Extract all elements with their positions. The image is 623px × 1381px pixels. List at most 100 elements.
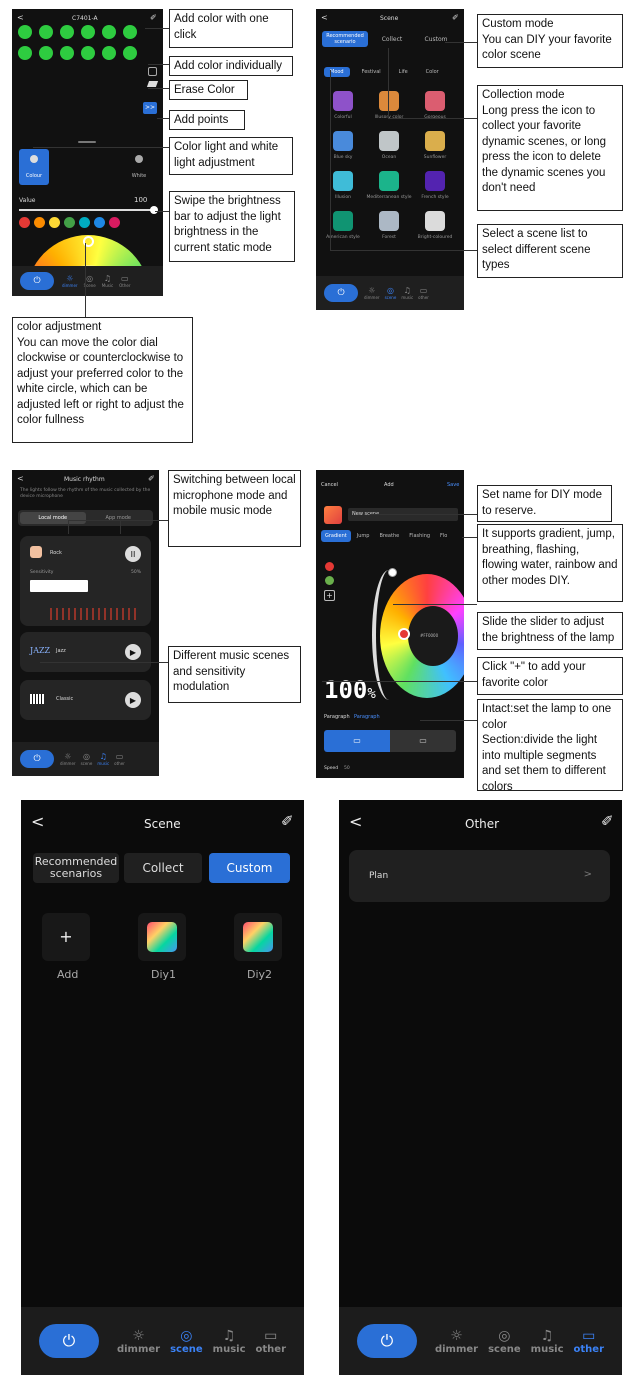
back-button[interactable]: < <box>17 13 24 22</box>
category-tab-festival[interactable]: Festival <box>356 67 387 77</box>
sensitivity-slider[interactable] <box>30 580 88 592</box>
nav-item-music[interactable]: ♫ Music <box>102 274 113 288</box>
preset-color-dot[interactable] <box>102 25 116 39</box>
color-swatch[interactable] <box>94 217 105 228</box>
tab-collect[interactable]: Collect <box>372 31 412 47</box>
scene-item[interactable]: Forest <box>366 211 412 240</box>
scene-thumbnail[interactable] <box>324 506 342 524</box>
tab-custom[interactable]: Custom <box>416 31 456 47</box>
arc-thumb[interactable] <box>388 568 397 577</box>
color-swatch[interactable] <box>19 217 30 228</box>
nav-item-scene[interactable]: ◎ scene <box>488 1328 521 1355</box>
power-button[interactable]: ⏻ <box>39 1324 99 1358</box>
tab-recommended[interactable]: Recommended scenario <box>322 31 368 47</box>
tab-recommended[interactable]: Recommended scenarios <box>33 853 119 883</box>
back-button[interactable]: < <box>349 812 362 831</box>
mode-tab-flashing[interactable]: Flashing <box>405 530 434 542</box>
nav-item-dimmer[interactable]: ☼ dimmer <box>117 1328 160 1355</box>
add-points-button[interactable]: >> <box>143 102 157 114</box>
music-card-rock[interactable]: Rock II Sensitivity 50% <box>20 536 151 626</box>
scene-item[interactable]: Gorgeous <box>412 91 458 120</box>
power-button[interactable]: ⏻ <box>20 750 54 768</box>
scene-item[interactable]: Bright-coloured <box>412 211 458 240</box>
color-slot-red[interactable] <box>325 562 334 571</box>
erase-color-icon[interactable] <box>146 81 159 87</box>
custom-item-add[interactable]: + <box>42 913 90 961</box>
mode-white-tab[interactable]: White <box>124 149 154 185</box>
scene-item[interactable]: Sunflower <box>412 131 458 160</box>
category-tab-color[interactable]: Color <box>420 67 445 77</box>
nav-item-music[interactable]: ♫ music <box>97 752 109 766</box>
back-button[interactable]: < <box>17 474 24 483</box>
music-card-classic[interactable]: Classic ▶ <box>20 680 151 720</box>
power-button[interactable]: ⏻ <box>324 284 358 302</box>
edit-icon[interactable]: ✐ <box>150 13 157 22</box>
nav-item-other[interactable]: ▭ other <box>114 752 125 766</box>
mode-tab-flo[interactable]: Flo <box>436 530 451 542</box>
preset-color-dot[interactable] <box>60 46 74 60</box>
scene-item[interactable]: Mediterranean style <box>366 171 412 200</box>
power-button[interactable]: ⏻ <box>20 272 54 290</box>
intact-button[interactable]: ▭ <box>324 730 390 752</box>
category-tab-mood[interactable]: Mood <box>324 67 350 77</box>
cancel-button[interactable]: Cancel <box>321 482 338 488</box>
preset-color-dot[interactable] <box>39 46 53 60</box>
preset-color-dot[interactable] <box>123 25 137 39</box>
preset-color-dot[interactable] <box>60 25 74 39</box>
nav-item-scene[interactable]: ◎ scene <box>385 286 397 300</box>
nav-item-music[interactable]: ♫ music <box>213 1328 246 1355</box>
nav-item-other[interactable]: ▭ other <box>418 286 429 300</box>
brightness-slider[interactable] <box>19 206 158 214</box>
scene-item[interactable]: American style <box>320 211 366 240</box>
back-button[interactable]: < <box>31 812 44 831</box>
scene-item[interactable]: Colorful <box>320 91 366 120</box>
scene-item[interactable]: Ocean <box>366 131 412 160</box>
nav-item-other[interactable]: ▭ other <box>574 1328 604 1355</box>
nav-item-dimmer[interactable]: ☼ dimmer <box>364 286 380 300</box>
save-button[interactable]: Save <box>447 482 459 488</box>
preset-color-dot[interactable] <box>18 46 32 60</box>
custom-item-diy1[interactable] <box>138 913 186 961</box>
preset-color-dot[interactable] <box>81 25 95 39</box>
tab-custom[interactable]: Custom <box>209 853 290 883</box>
scene-item[interactable]: French style <box>412 171 458 200</box>
color-swatch[interactable] <box>34 217 45 228</box>
paragraph-value[interactable]: Paragraph <box>354 714 380 720</box>
plan-item[interactable]: Plan > <box>349 850 610 902</box>
color-slot-green[interactable] <box>325 576 334 585</box>
edit-icon[interactable]: ✐ <box>281 812 294 830</box>
brightness-thumb[interactable] <box>150 206 158 214</box>
edit-icon[interactable]: ✐ <box>452 13 459 22</box>
scene-item[interactable]: Illusory color <box>366 91 412 120</box>
back-button[interactable]: < <box>321 13 328 22</box>
category-tab-life[interactable]: Life <box>393 67 414 77</box>
power-button[interactable]: ⏻ <box>357 1324 417 1358</box>
tab-collect[interactable]: Collect <box>124 853 202 883</box>
preset-color-dot[interactable] <box>123 46 137 60</box>
scene-item[interactable]: Blue sky <box>320 131 366 160</box>
nav-item-other[interactable]: ▭ Other <box>119 274 130 288</box>
color-swatch[interactable] <box>109 217 120 228</box>
preset-color-dot[interactable] <box>18 25 32 39</box>
mode-colour-tab[interactable]: Colour <box>19 149 49 185</box>
preset-color-dot[interactable] <box>39 25 53 39</box>
music-card-jazz[interactable]: JAZZ Jazz ▶ <box>20 632 151 672</box>
color-swatch[interactable] <box>49 217 60 228</box>
preset-color-dot[interactable] <box>81 46 95 60</box>
play-button[interactable]: ▶ <box>125 644 141 660</box>
nav-item-music[interactable]: ♫ music <box>401 286 413 300</box>
edit-icon[interactable]: ✐ <box>148 474 155 483</box>
nav-item-other[interactable]: ▭ other <box>256 1328 286 1355</box>
color-swatch[interactable] <box>79 217 90 228</box>
custom-item-diy2[interactable] <box>234 913 282 961</box>
nav-item-dimmer[interactable]: ☼ dimmer <box>435 1328 478 1355</box>
tab-local-mode[interactable]: Local mode <box>20 512 86 524</box>
scene-item[interactable]: Illusion <box>320 171 366 200</box>
edit-icon[interactable]: ✐ <box>601 812 614 830</box>
section-button[interactable]: ▭ <box>390 730 456 752</box>
pause-button[interactable]: II <box>125 546 141 562</box>
ring-picker[interactable] <box>398 628 410 640</box>
preset-color-dot[interactable] <box>102 46 116 60</box>
nav-item-dimmer[interactable]: ☼ dimmer <box>60 752 76 766</box>
add-color-icon[interactable] <box>148 67 157 76</box>
